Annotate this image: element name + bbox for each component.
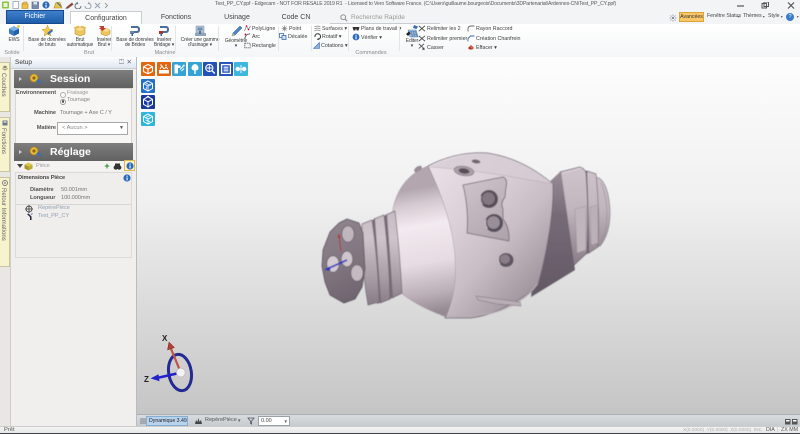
svg-text:Z: Z bbox=[144, 375, 149, 384]
svg-text:X: X bbox=[162, 334, 168, 343]
